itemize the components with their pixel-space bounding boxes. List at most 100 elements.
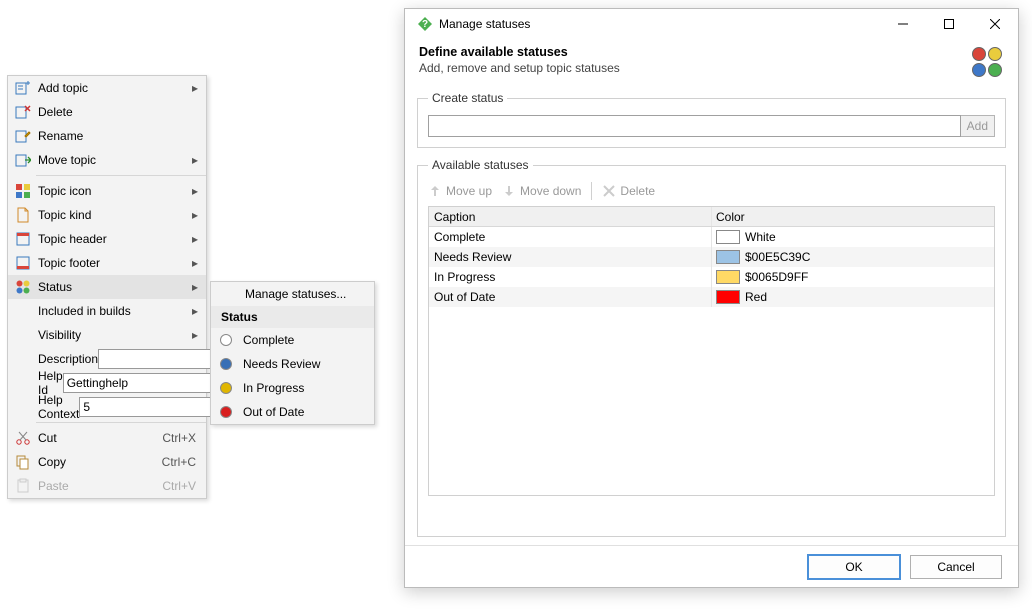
help-id-input[interactable] xyxy=(63,373,226,393)
menu-topic-footer-label: Topic footer xyxy=(34,256,190,270)
submenu-status-label: Needs Review xyxy=(237,357,366,371)
status-dot-icon xyxy=(215,358,237,370)
color-swatch xyxy=(716,250,740,264)
add-status-button[interactable]: Add xyxy=(961,115,995,137)
submenu-status-header: Status xyxy=(211,306,374,328)
menu-cut[interactable]: Cut Ctrl+X xyxy=(8,426,206,450)
rename-icon xyxy=(12,128,34,144)
add-button-label: Add xyxy=(967,119,988,133)
chevron-right-icon: ▸ xyxy=(190,81,200,95)
menu-rename[interactable]: Rename xyxy=(8,124,206,148)
menu-topic-icon-label: Topic icon xyxy=(34,184,190,198)
create-status-input[interactable] xyxy=(428,115,961,137)
move-down-label: Move down xyxy=(520,184,581,198)
chevron-right-icon: ▸ xyxy=(190,153,200,167)
header-color: Color xyxy=(712,210,994,224)
table-row[interactable]: Out of Date Red xyxy=(429,287,994,307)
menu-delete-label: Delete xyxy=(34,105,200,119)
available-statuses-legend: Available statuses xyxy=(428,158,533,172)
menu-delete[interactable]: Delete xyxy=(8,100,206,124)
move-down-button[interactable]: Move down xyxy=(502,184,581,198)
menu-move-topic[interactable]: Move topic ▸ xyxy=(8,148,206,172)
dialog-footer: OK Cancel xyxy=(405,545,1018,587)
status-dot-icon xyxy=(215,334,237,346)
menu-topic-header[interactable]: Topic header ▸ xyxy=(8,227,206,251)
status-toolbar: Move up Move down Delete xyxy=(428,182,995,206)
field-help-context: Help Context ▴ ▾ xyxy=(8,395,206,419)
add-topic-icon xyxy=(12,80,34,96)
table-row[interactable]: Needs Review $00E5C39C xyxy=(429,247,994,267)
cell-caption: Out of Date xyxy=(429,287,712,307)
delete-topic-icon xyxy=(12,104,34,120)
menu-included-in-builds[interactable]: Included in builds ▸ xyxy=(8,299,206,323)
submenu-status-complete[interactable]: Complete xyxy=(211,328,374,352)
ok-button[interactable]: OK xyxy=(808,555,900,579)
menu-paste-shortcut: Ctrl+V xyxy=(162,479,200,493)
move-topic-icon xyxy=(12,152,34,168)
field-description: Description xyxy=(8,347,206,371)
cell-color-label: Red xyxy=(745,290,767,304)
menu-topic-kind[interactable]: Topic kind ▸ xyxy=(8,203,206,227)
submenu-status-label: In Progress xyxy=(237,381,366,395)
separator xyxy=(36,175,206,176)
close-button[interactable] xyxy=(972,9,1018,39)
cell-color-label: White xyxy=(745,230,776,244)
submenu-status-out-of-date[interactable]: Out of Date xyxy=(211,400,374,424)
minimize-button[interactable] xyxy=(880,9,926,39)
menu-copy[interactable]: Copy Ctrl+C xyxy=(8,450,206,474)
menu-topic-kind-label: Topic kind xyxy=(34,208,190,222)
cell-color: Red xyxy=(712,290,994,304)
submenu-manage-statuses[interactable]: Manage statuses... xyxy=(211,282,374,306)
delete-status-button[interactable]: Delete xyxy=(602,184,655,198)
delete-icon xyxy=(602,184,616,198)
dialog-header: Define available statuses Add, remove an… xyxy=(405,39,1018,89)
available-statuses-group: Available statuses Move up Move down Del… xyxy=(417,158,1006,537)
chevron-right-icon: ▸ xyxy=(190,304,200,318)
cell-color: $0065D9FF xyxy=(712,270,994,284)
maximize-button[interactable] xyxy=(926,9,972,39)
menu-topic-footer[interactable]: Topic footer ▸ xyxy=(8,251,206,275)
menu-paste-label: Paste xyxy=(34,479,162,493)
four-circles-icon xyxy=(12,279,34,295)
close-icon xyxy=(990,19,1000,29)
app-icon: ? xyxy=(417,16,433,32)
table-row[interactable]: Complete White xyxy=(429,227,994,247)
menu-copy-shortcut: Ctrl+C xyxy=(162,455,200,469)
scissors-icon xyxy=(12,430,34,446)
menu-status[interactable]: Status ▸ xyxy=(8,275,206,299)
topic-footer-icon xyxy=(12,255,34,271)
dialog-subheading: Add, remove and setup topic statuses xyxy=(419,61,970,75)
table-row[interactable]: In Progress $0065D9FF xyxy=(429,267,994,287)
manage-statuses-dialog: ? Manage statuses Define available statu… xyxy=(404,8,1019,588)
menu-included-in-builds-label: Included in builds xyxy=(34,304,190,318)
menu-topic-header-label: Topic header xyxy=(34,232,190,246)
cell-color: White xyxy=(712,230,994,244)
cell-color-label: $0065D9FF xyxy=(745,270,808,284)
menu-cut-shortcut: Ctrl+X xyxy=(162,431,200,445)
move-up-button[interactable]: Move up xyxy=(428,184,492,198)
create-status-group: Create status Add xyxy=(417,91,1006,148)
minimize-icon xyxy=(898,19,908,29)
chevron-right-icon: ▸ xyxy=(190,184,200,198)
submenu-status-label: Complete xyxy=(237,333,366,347)
description-label: Description xyxy=(38,352,98,366)
cancel-button[interactable]: Cancel xyxy=(910,555,1002,579)
chevron-right-icon: ▸ xyxy=(190,208,200,222)
chevron-right-icon: ▸ xyxy=(190,328,200,342)
menu-visibility-label: Visibility xyxy=(34,328,190,342)
menu-cut-label: Cut xyxy=(34,431,162,445)
toolbar-separator xyxy=(591,182,592,200)
cell-caption: In Progress xyxy=(429,267,712,287)
dialog-body: Create status Add Available statuses Mov… xyxy=(405,89,1018,545)
paste-icon xyxy=(12,478,34,494)
four-squares-icon xyxy=(12,183,34,199)
color-swatch xyxy=(716,270,740,284)
menu-topic-icon[interactable]: Topic icon ▸ xyxy=(8,179,206,203)
menu-add-topic[interactable]: Add topic ▸ xyxy=(8,76,206,100)
copy-icon xyxy=(12,454,34,470)
submenu-status-needs-review[interactable]: Needs Review xyxy=(211,352,374,376)
submenu-status-in-progress[interactable]: In Progress xyxy=(211,376,374,400)
menu-add-topic-label: Add topic xyxy=(34,81,190,95)
menu-visibility[interactable]: Visibility ▸ xyxy=(8,323,206,347)
color-swatch xyxy=(716,230,740,244)
